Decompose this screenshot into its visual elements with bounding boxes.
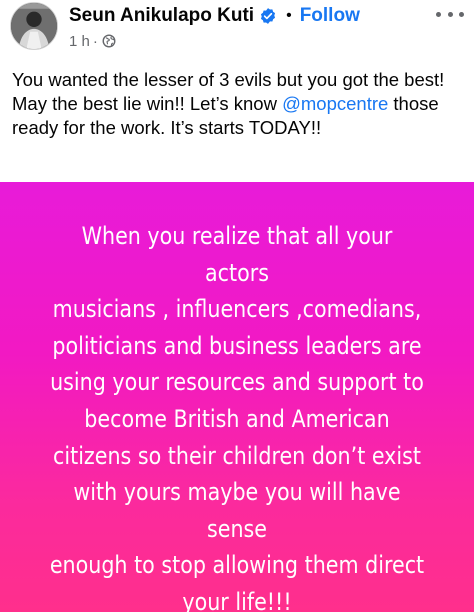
post-time[interactable]: 1 h [69, 33, 90, 50]
header-separator: • [286, 7, 292, 24]
author-avatar[interactable] [10, 2, 58, 50]
post-meta: 1 h · [69, 31, 116, 51]
globe-icon[interactable] [102, 34, 116, 48]
author-name-row: Seun Anikulapo Kuti • Follow [69, 3, 360, 29]
facebook-post: Seun Anikulapo Kuti • Follow 1 h · You w… [0, 0, 474, 612]
author-name[interactable]: Seun Anikulapo Kuti [69, 5, 254, 27]
verified-badge-icon [259, 7, 277, 25]
follow-button[interactable]: Follow [300, 5, 360, 27]
more-dot [436, 11, 441, 17]
avatar-icon [11, 3, 57, 49]
more-dot [459, 11, 464, 17]
more-dot [447, 11, 453, 17]
image-text: When you realize that all your actors mu… [49, 222, 425, 612]
more-options-icon[interactable] [436, 6, 464, 22]
post-image[interactable]: When you realize that all your actors mu… [0, 182, 474, 612]
post-header: Seun Anikulapo Kuti • Follow 1 h · [0, 0, 474, 62]
post-caption: You wanted the lesser of 3 evils but you… [12, 68, 464, 140]
mention-link[interactable]: @mopcentre [282, 93, 388, 114]
meta-separator: · [92, 32, 98, 50]
